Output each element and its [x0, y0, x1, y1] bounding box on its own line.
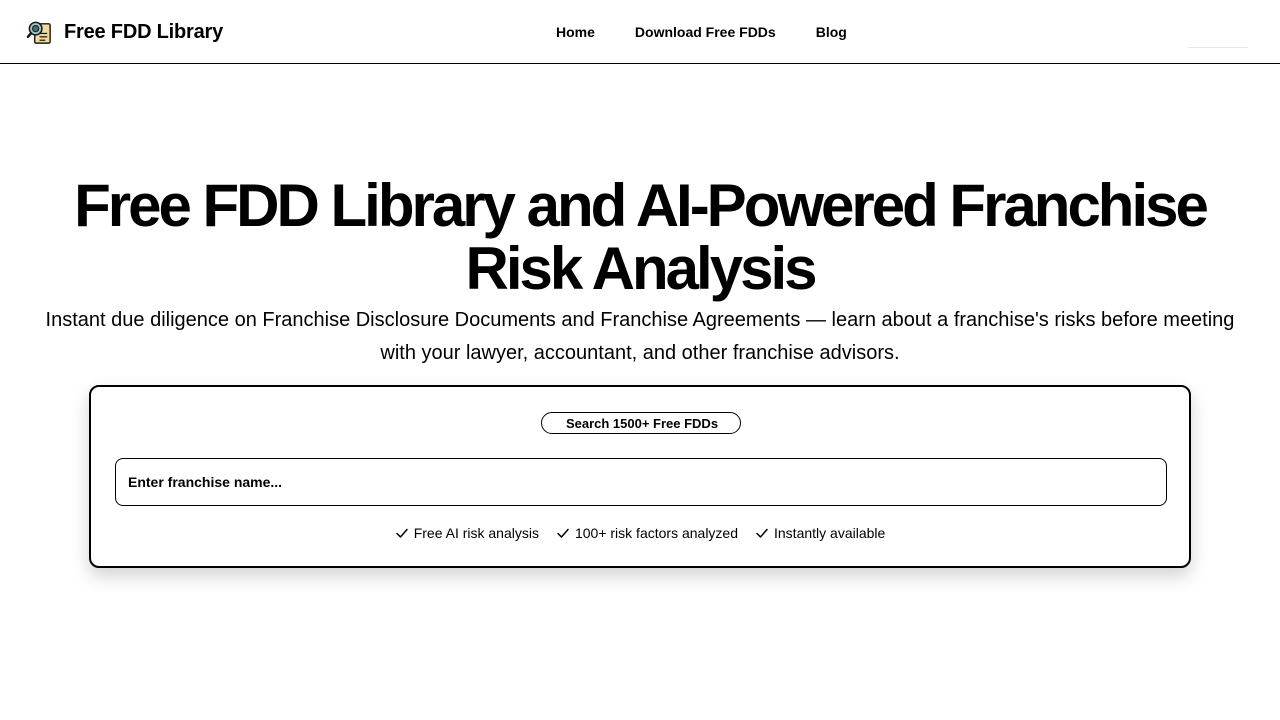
feature-item: 100+ risk factors analyzed: [556, 525, 738, 541]
check-icon: [756, 528, 768, 538]
hero-title-line-2: Risk Analysis: [465, 235, 818, 302]
franchise-search-input[interactable]: [115, 458, 1167, 506]
feature-list: Free AI risk analysis 100+ risk factors …: [91, 523, 1189, 543]
nav-blog-link[interactable]: Blog: [816, 24, 847, 40]
nav-download-fdds-link[interactable]: Download Free FDDs: [635, 24, 776, 40]
hero-title-line-1: Free FDD Library and AI-Powered Franchis…: [74, 172, 1209, 239]
brand-home-link[interactable]: Free FDD Library: [26, 18, 223, 46]
search-badge-label: Search 1500+ Free FDDs: [565, 415, 719, 431]
nav-action-placeholder[interactable]: [1188, 47, 1248, 50]
main-nav: Home Download Free FDDs Blog: [556, 22, 847, 42]
search-count-badge: Search 1500+ Free FDDs: [541, 412, 741, 434]
feature-label: 100+ risk factors analyzed: [574, 525, 738, 541]
feature-label: Instantly available: [774, 525, 886, 541]
magnifier-document-icon: [26, 21, 51, 44]
search-card: Search 1500+ Free FDDs Free AI risk anal…: [89, 385, 1191, 568]
check-icon: [557, 528, 569, 538]
top-navbar: Free FDD Library Home Download Free FDDs…: [0, 0, 1280, 64]
nav-home-link[interactable]: Home: [556, 24, 595, 40]
feature-item: Free AI risk analysis: [395, 525, 539, 541]
check-icon: [395, 528, 408, 538]
feature-label: Free AI risk analysis: [413, 525, 539, 541]
feature-item: Instantly available: [755, 525, 885, 541]
hero-title: Free FDD Library and AI-Powered Franchis…: [20, 174, 1260, 300]
brand-name: Free FDD Library: [64, 20, 224, 43]
hero-subtitle: Instant due diligence on Franchise Discl…: [45, 309, 1235, 364]
